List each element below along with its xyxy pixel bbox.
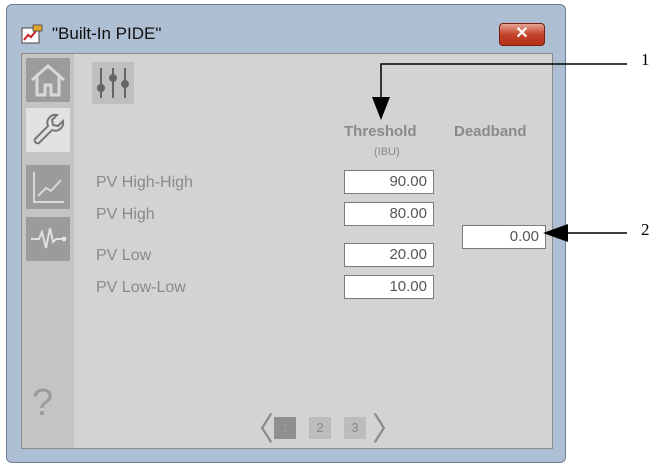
callout-2-label: 2 [641,220,650,239]
callout-1-arrowhead [372,97,390,120]
callout-1-line [380,63,627,110]
callout-lines [372,63,627,242]
callout-2-arrowhead [543,224,568,242]
callout-1-label: 1 [641,50,650,69]
